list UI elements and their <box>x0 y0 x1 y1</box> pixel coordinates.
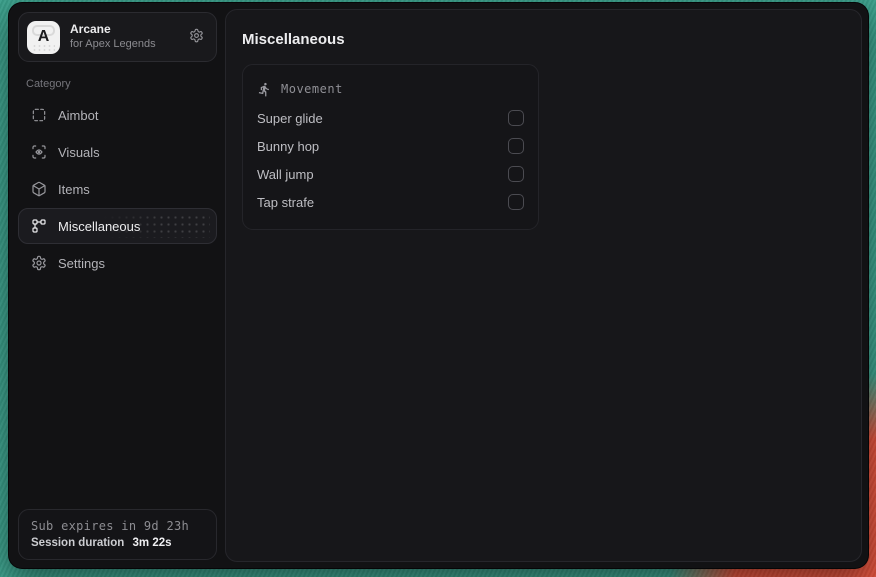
checkbox-tap-strafe[interactable] <box>508 194 524 210</box>
app-header-card: A Arcane for Apex Legends <box>18 12 217 62</box>
app-window: A Arcane for Apex Legends Category Aimbo… <box>8 2 869 569</box>
option-label: Super glide <box>257 111 323 126</box>
avatar-letter: A <box>38 28 50 46</box>
sidebar-item-settings[interactable]: Settings <box>18 245 217 281</box>
movement-card: Movement Super glide Bunny hop Wall jump… <box>242 64 539 230</box>
subscription-card: Sub expires in 9d 23h Session duration 3… <box>18 509 217 560</box>
sub-expiry-text: Sub expires in 9d 23h <box>31 519 204 533</box>
scan-eye-icon <box>31 144 47 160</box>
option-row: Super glide <box>257 104 524 132</box>
sidebar-item-visuals[interactable]: Visuals <box>18 134 217 170</box>
session-duration-value: 3m 22s <box>133 537 172 549</box>
app-title: Arcane <box>70 22 176 37</box>
main-panel: Miscellaneous Movement Super glide Bunny… <box>225 9 862 562</box>
gear-icon <box>189 28 204 46</box>
option-label: Bunny hop <box>257 139 319 154</box>
section-title: Movement <box>281 82 343 96</box>
sidebar-item-items[interactable]: Items <box>18 171 217 207</box>
sidebar-item-label: Aimbot <box>58 108 98 123</box>
option-row: Bunny hop <box>257 132 524 160</box>
app-subtitle: for Apex Legends <box>70 38 176 52</box>
sidebar-item-label: Visuals <box>58 145 100 160</box>
checkbox-super-glide[interactable] <box>508 110 524 126</box>
checkbox-bunny-hop[interactable] <box>508 138 524 154</box>
crosshair-scan-icon <box>31 107 47 123</box>
cube-icon <box>31 181 47 197</box>
app-titles: Arcane for Apex Legends <box>70 22 176 52</box>
sidebar-item-miscellaneous[interactable]: Miscellaneous <box>18 208 217 244</box>
options-list: Super glide Bunny hop Wall jump Tap stra… <box>257 104 524 216</box>
option-label: Tap strafe <box>257 195 314 210</box>
page-title: Miscellaneous <box>242 31 845 48</box>
option-row: Wall jump <box>257 160 524 188</box>
category-label: Category <box>26 78 217 90</box>
option-label: Wall jump <box>257 167 314 182</box>
session-duration-row: Session duration 3m 22s <box>31 537 204 549</box>
sidebar-item-aimbot[interactable]: Aimbot <box>18 97 217 133</box>
gear-icon <box>31 255 47 271</box>
option-row: Tap strafe <box>257 188 524 216</box>
avatar: A <box>27 21 60 54</box>
sidebar: A Arcane for Apex Legends Category Aimbo… <box>9 3 225 568</box>
sidebar-item-label: Miscellaneous <box>58 219 140 234</box>
header-gear-button[interactable] <box>186 27 206 47</box>
runner-icon <box>257 82 272 97</box>
sidebar-spacer <box>18 281 217 509</box>
session-duration-label: Session duration <box>31 537 124 549</box>
sidebar-nav: Aimbot Visuals Items Miscellaneous Setti… <box>18 97 217 281</box>
nodes-icon <box>31 218 47 234</box>
sidebar-item-label: Settings <box>58 256 105 271</box>
sidebar-item-label: Items <box>58 182 90 197</box>
checkbox-wall-jump[interactable] <box>508 166 524 182</box>
movement-card-header: Movement <box>257 76 524 102</box>
